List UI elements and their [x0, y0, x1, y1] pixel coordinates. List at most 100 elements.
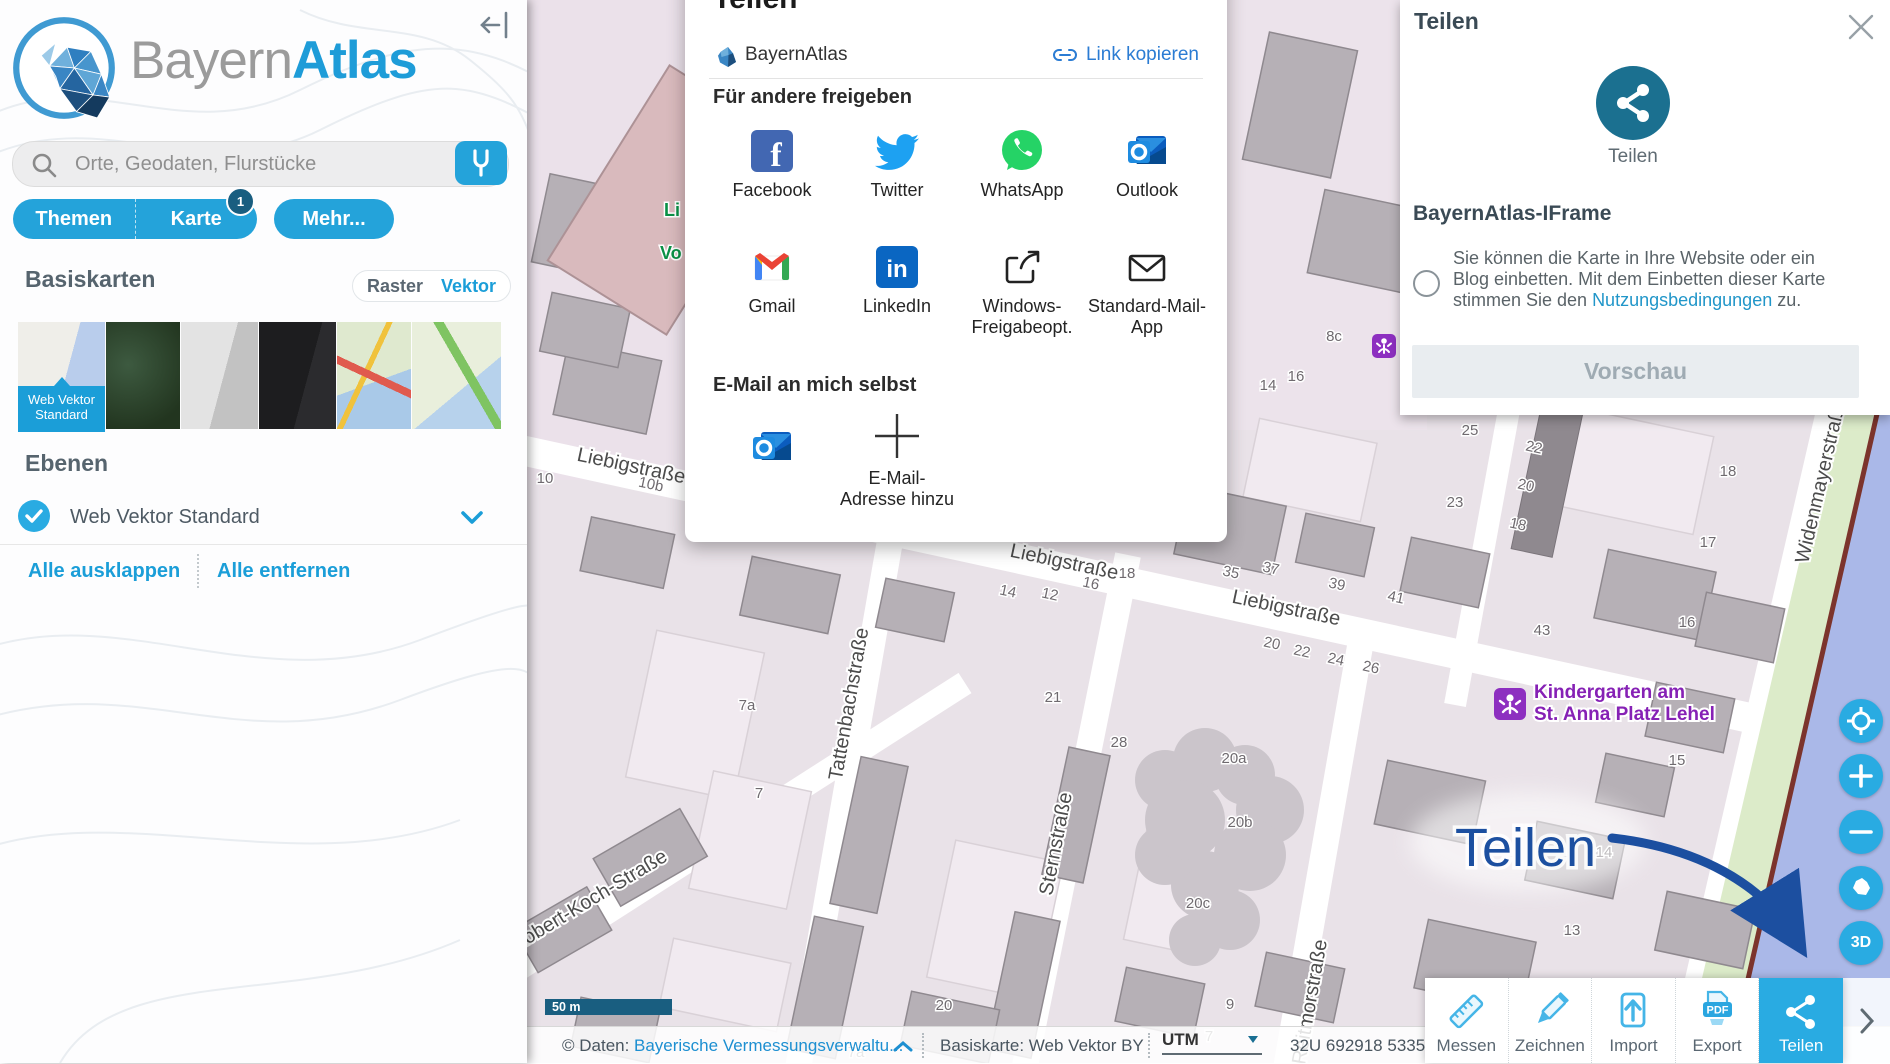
tool-messen[interactable]: Messen [1425, 978, 1509, 1063]
basemap-thumb-web-vektor-standard[interactable]: Web Vektor Standard [18, 322, 105, 429]
house-number: 13 [1564, 922, 1581, 939]
consent-line2: Blog einbetten. Mit dem Einbetten dieser… [1453, 269, 1825, 289]
house-number: 41 [1386, 588, 1406, 608]
share-circle-button[interactable] [1596, 66, 1670, 140]
copy-link-button[interactable]: Link kopieren [1052, 44, 1199, 66]
share-tile-twitter[interactable]: Twitter [836, 122, 958, 201]
outlook-icon [749, 424, 795, 470]
raster-option[interactable]: Raster [367, 276, 423, 297]
svg-text:f: f [770, 137, 782, 174]
share-source-name: BayernAtlas [745, 44, 847, 66]
toolbar-expand-chevron[interactable] [1843, 978, 1890, 1063]
basemap-thumb-luftbild[interactable] [106, 322, 180, 429]
divider [709, 78, 1203, 79]
share-tile-outlook-self[interactable] [711, 418, 833, 470]
tool-teilen-active[interactable]: Teilen [1759, 978, 1843, 1063]
house-number: 20c [1186, 895, 1211, 912]
locate-button[interactable] [1839, 699, 1883, 743]
basemap-thumb-topo2[interactable] [412, 322, 501, 429]
collapse-sidebar-button[interactable] [478, 8, 514, 42]
tool-import[interactable]: Import [1592, 978, 1676, 1063]
iframe-heading: BayernAtlas-IFrame [1413, 202, 1611, 226]
gmail-icon [749, 244, 795, 290]
scale-bar: 50 m [545, 999, 672, 1015]
remove-all-link[interactable]: Alle entfernen [217, 560, 350, 583]
house-number: 8c [1326, 328, 1342, 345]
house-number: 17 [1700, 534, 1717, 551]
tool-zeichnen[interactable]: Zeichnen [1509, 978, 1593, 1063]
minus-icon [1849, 820, 1873, 844]
nutzungsbedingungen-link[interactable]: Nutzungsbedingungen [1592, 290, 1772, 310]
tool-export[interactable]: PDF Export [1676, 978, 1760, 1063]
tab-karte[interactable]: Karte 1 [136, 199, 258, 239]
house-number: 22 [1292, 642, 1312, 662]
basemap-thumb-dunkel[interactable] [259, 322, 336, 429]
tab-mehr[interactable]: Mehr... [274, 199, 394, 239]
iframe-consent-radio[interactable] [1413, 270, 1440, 297]
expand-all-link[interactable]: Alle ausklappen [28, 560, 180, 583]
consent-line3-post: zu. [1772, 290, 1801, 310]
coordinates-readout: 32U 692918 53352 [1290, 1027, 1435, 1064]
zoom-in-button[interactable] [1839, 754, 1883, 798]
brand-atlas: Atlas [292, 31, 417, 90]
vektor-option[interactable]: Vektor [441, 276, 496, 297]
house-number: 9 [1226, 996, 1234, 1013]
check-icon [25, 509, 43, 523]
share-others-heading: Für andere freigeben [713, 86, 912, 109]
basiskarten-heading: Basiskarten [25, 266, 155, 293]
vorschau-button[interactable]: Vorschau [1412, 345, 1859, 398]
projection-value: UTM [1162, 1030, 1199, 1049]
basemap-thumb-grau[interactable] [181, 322, 258, 429]
close-icon[interactable] [1846, 12, 1876, 42]
search-icon [31, 152, 57, 178]
3d-button[interactable]: 3D [1839, 921, 1883, 965]
house-number: 7 [755, 785, 763, 802]
windows-share-dialog: Teilen BayernAtlas Link kopieren Für and… [685, 0, 1227, 542]
house-number: 28 [1111, 734, 1128, 751]
basemap-thumb-topo[interactable] [337, 322, 411, 429]
house-number: 16 [1081, 574, 1101, 594]
share-tile-default-mail[interactable]: Standard-Mail-App [1086, 238, 1208, 338]
zoom-out-button[interactable] [1839, 810, 1883, 854]
copyright-label: © Daten: [562, 1027, 629, 1064]
share-tile-outlook[interactable]: Outlook [1086, 122, 1208, 201]
tab-themen[interactable]: Themen [13, 199, 136, 239]
share-circle-label: Teilen [1400, 146, 1866, 168]
tool-label: Teilen [1779, 1036, 1823, 1056]
tutorial-teilen-label: Teilen [1455, 818, 1596, 878]
data-provider-link[interactable]: Bayerische Vermessungsverwaltu... [634, 1027, 903, 1064]
layer-checkbox[interactable] [18, 500, 50, 532]
plus-icon [1849, 764, 1873, 788]
divider [0, 544, 527, 545]
projection-select[interactable]: UTM [1162, 1027, 1262, 1055]
playground-poi-icon [1372, 334, 1396, 358]
share-tile-gmail[interactable]: Gmail [711, 238, 833, 317]
chevron-down-icon[interactable] [460, 510, 484, 531]
search-input[interactable] [73, 144, 417, 184]
ebenen-heading: Ebenen [25, 450, 108, 477]
share-tile-facebook[interactable]: f Facebook [711, 122, 833, 201]
house-number: 18 [1720, 463, 1737, 480]
share-tile-windows-share[interactable]: Windows-Freigabeopt. [961, 238, 1083, 338]
house-number: 25 [1462, 422, 1479, 439]
divider [922, 1033, 924, 1058]
house-number: 10 [537, 470, 554, 487]
share-tile-whatsapp[interactable]: WhatsApp [961, 122, 1083, 201]
house-number: 39 [1327, 575, 1347, 595]
house-number: 35 [1221, 563, 1241, 583]
consent-line1: Sie können die Karte in Ihre Website ode… [1453, 248, 1815, 268]
share-nodes-icon [1779, 989, 1823, 1033]
pencil-icon [1528, 989, 1572, 1033]
plus-icon [871, 410, 923, 462]
share-tile-linkedin[interactable]: in LinkedIn [836, 238, 958, 317]
zoom-to-extent-button[interactable] [1839, 866, 1883, 910]
import-icon [1611, 989, 1655, 1033]
iframe-consent-text: Sie können die Karte in Ihre Website ode… [1453, 248, 1853, 311]
house-number: 26 [1361, 658, 1381, 678]
parcel-search-icon [466, 147, 496, 179]
chevron-up-icon[interactable] [893, 1041, 913, 1052]
add-email-tile[interactable]: E-Mail-Adresse hinzu [836, 410, 958, 510]
parcel-search-button[interactable] [455, 141, 507, 185]
tool-label: Messen [1437, 1036, 1497, 1056]
house-number: 14 [1260, 377, 1277, 394]
